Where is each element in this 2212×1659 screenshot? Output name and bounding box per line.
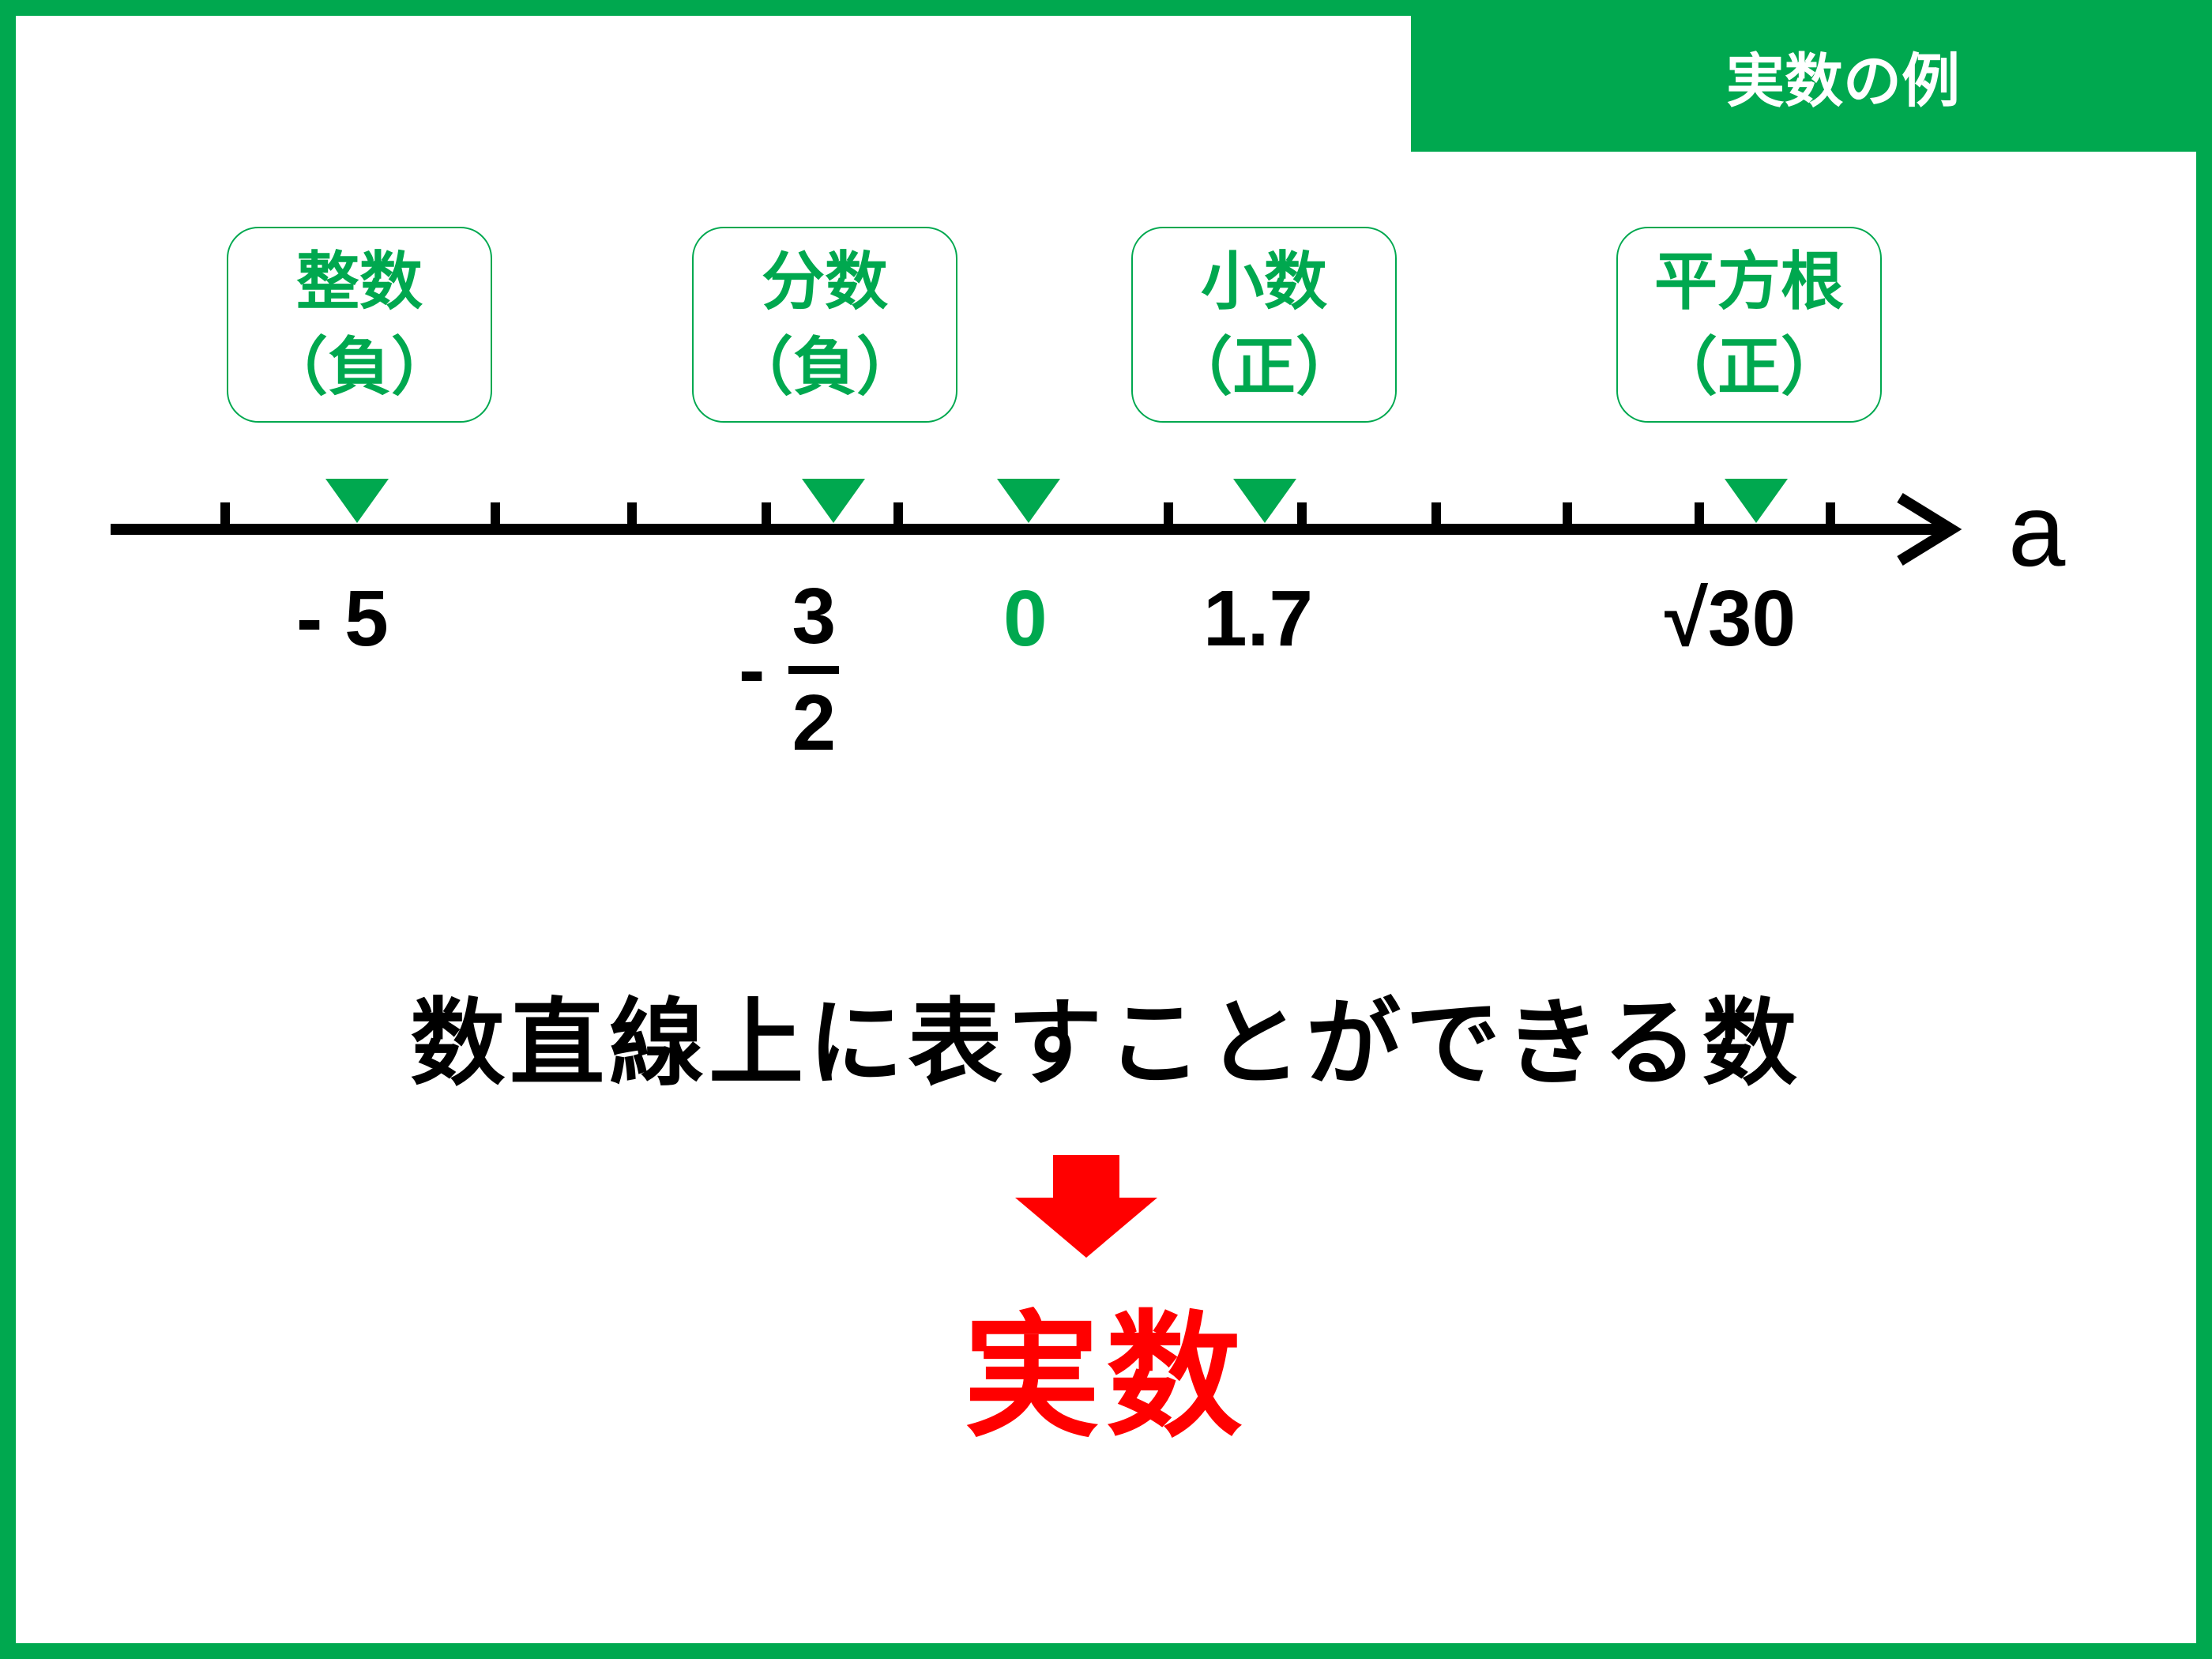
result-text: 実数 [964,1297,1248,1456]
statement-text: 数直線上に表すことができる数 [410,989,1802,1099]
number-line [111,479,1962,566]
axis-variable: a [2008,472,2066,588]
marker-down-triangle-icon [325,479,389,523]
fraction-value: - 3 2 [739,572,840,767]
fraction-minus: - [739,626,766,714]
fraction-numerator: 3 [792,572,837,660]
marker-down-triangle-icon [997,479,1060,523]
value-label: √30 [1665,574,1796,663]
fraction-stack: 3 2 [788,572,840,767]
marker-down-triangle-icon [1233,479,1296,523]
value-label: 1.7 [1203,574,1314,663]
down-arrow-icon [1015,1155,1157,1258]
marker-down-triangle-icon [1725,479,1788,523]
value-label: - 5 [296,574,389,663]
fraction-bar [788,666,840,674]
marker-down-triangle-icon [802,479,865,523]
value-label-zero: 0 [1003,574,1048,663]
fraction-denominator: 2 [792,679,837,767]
